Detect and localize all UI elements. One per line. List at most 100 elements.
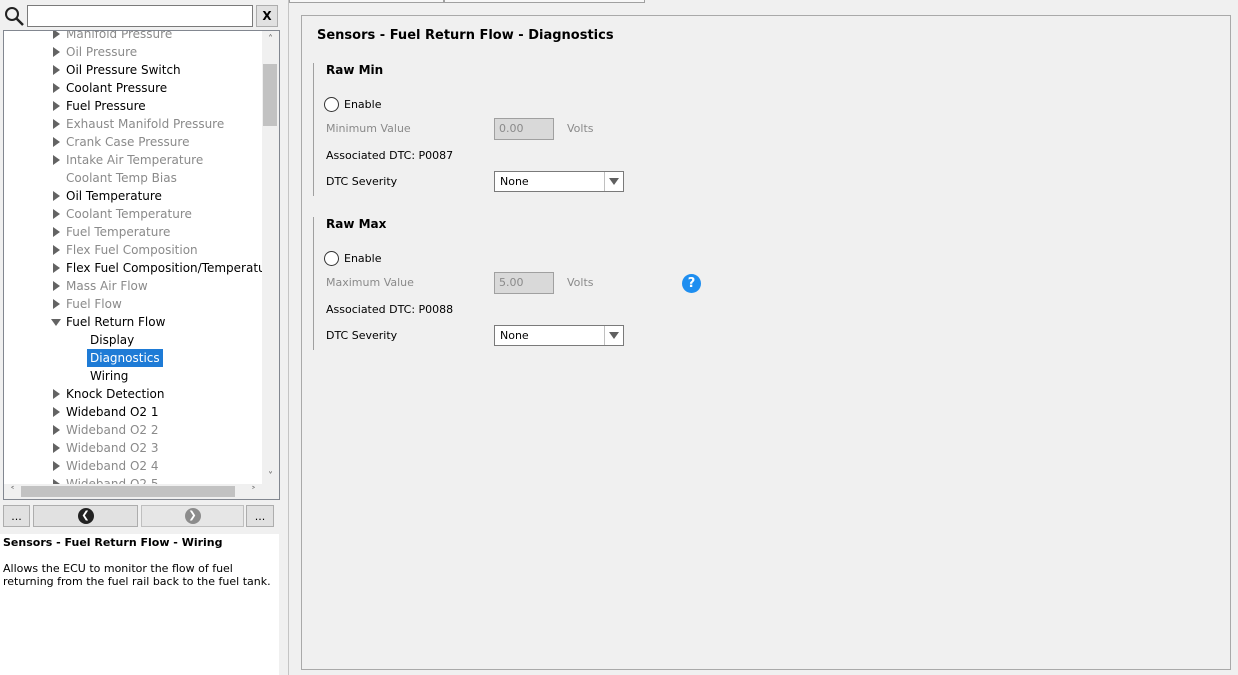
collapsed-arrow-icon[interactable] <box>51 97 63 115</box>
raw-max-enable-label[interactable]: Enable <box>344 252 381 265</box>
tree-item[interactable]: Wideband O2 4 <box>4 457 262 475</box>
clear-search-button[interactable]: X <box>256 5 278 27</box>
collapsed-arrow-icon[interactable] <box>51 439 63 457</box>
minimum-value-input[interactable]: 0.00 <box>494 118 554 140</box>
raw-max-severity-select[interactable]: None <box>494 325 624 346</box>
tab-1[interactable] <box>289 0 444 3</box>
scroll-left-icon[interactable]: ˂ <box>4 484 21 499</box>
tree-item[interactable]: Fuel Temperature <box>4 223 262 241</box>
search-bar: X <box>0 0 281 30</box>
collapsed-arrow-icon[interactable] <box>51 385 63 403</box>
back-arrow-icon: ❮ <box>77 508 94 524</box>
tree-item-label: Fuel Temperature <box>66 225 171 239</box>
maximum-value-label: Maximum Value <box>326 276 414 289</box>
tree-item[interactable]: Flex Fuel Composition/Temperature S <box>4 259 262 277</box>
chevron-down-icon[interactable] <box>604 172 623 191</box>
pane-splitter[interactable] <box>281 0 289 675</box>
chevron-down-icon[interactable] <box>604 326 623 345</box>
collapsed-arrow-icon[interactable] <box>51 421 63 439</box>
tree-item-label: Wideband O2 3 <box>66 441 159 455</box>
collapsed-arrow-icon[interactable] <box>51 115 63 133</box>
tree-item[interactable]: Exhaust Manifold Pressure <box>4 115 262 133</box>
collapsed-arrow-icon[interactable] <box>51 277 63 295</box>
collapsed-arrow-icon[interactable] <box>51 151 63 169</box>
vertical-scroll-thumb[interactable] <box>263 64 277 126</box>
collapsed-arrow-icon[interactable] <box>51 403 63 421</box>
tree-item[interactable]: Wideband O2 1 <box>4 403 262 421</box>
tree-item[interactable]: Oil Pressure Switch <box>4 61 262 79</box>
collapsed-arrow-icon[interactable] <box>51 61 63 79</box>
tree-item[interactable]: Coolant Pressure <box>4 79 262 97</box>
tree-item[interactable]: Knock Detection <box>4 385 262 403</box>
expanded-arrow-icon[interactable] <box>51 313 63 331</box>
tree-item[interactable]: Crank Case Pressure <box>4 133 262 151</box>
tree-item[interactable]: Diagnostics <box>4 349 262 367</box>
tree-item-label: Flex Fuel Composition/Temperature S <box>66 261 262 275</box>
tree-item-label: Exhaust Manifold Pressure <box>66 117 225 131</box>
raw-max-severity-label: DTC Severity <box>326 329 398 342</box>
raw-min-enable-radio[interactable] <box>324 97 339 112</box>
collapsed-arrow-icon[interactable] <box>51 187 63 205</box>
settings-tree: Manifold Pressure Oil Pressure Oil Pressur… <box>3 30 280 500</box>
search-icon <box>5 7 24 26</box>
raw-max-enable-radio[interactable] <box>324 251 339 266</box>
tree-vertical-scrollbar[interactable]: ˄ ˅ <box>262 31 279 485</box>
tree-item-label: Fuel Pressure <box>66 99 146 113</box>
nav-forward-button[interactable]: ❯ <box>141 505 244 527</box>
collapsed-arrow-icon[interactable] <box>51 43 63 61</box>
nav-more-left-button[interactable]: ... <box>3 505 30 527</box>
page-title: Sensors - Fuel Return Flow - Diagnostics <box>317 28 614 43</box>
tree-item[interactable]: Fuel Flow <box>4 295 262 313</box>
minimum-value-unit: Volts <box>567 122 594 135</box>
collapsed-arrow-icon[interactable] <box>51 259 63 277</box>
search-input[interactable] <box>27 5 253 27</box>
tree-item[interactable]: Coolant Temp Bias <box>4 169 262 187</box>
maximum-value-input[interactable]: 5.00 <box>494 272 554 294</box>
tree-item-label: Coolant Temp Bias <box>66 171 177 185</box>
navigation-pane: X Manifold Pressure Oil Pressure Oil Press… <box>0 0 281 675</box>
raw-min-severity-select[interactable]: None <box>494 171 624 192</box>
tree-item[interactable]: Mass Air Flow <box>4 277 262 295</box>
collapsed-arrow-icon[interactable] <box>51 205 63 223</box>
raw-min-severity-value: None <box>500 175 529 188</box>
tree-horizontal-scrollbar[interactable]: ˂ ˃ <box>4 484 279 499</box>
tab-2[interactable] <box>444 0 645 3</box>
collapsed-arrow-icon[interactable] <box>51 457 63 475</box>
tree-item[interactable]: Intake Air Temperature <box>4 151 262 169</box>
nav-more-right-button[interactable]: ... <box>246 505 274 527</box>
help-question-icon[interactable]: ? <box>682 274 701 293</box>
scroll-up-icon[interactable]: ˄ <box>262 31 279 48</box>
horizontal-scroll-thumb[interactable] <box>21 486 235 497</box>
tree-item[interactable]: Wideband O2 3 <box>4 439 262 457</box>
tree-item[interactable]: Fuel Pressure <box>4 97 262 115</box>
collapsed-arrow-icon[interactable] <box>51 295 63 313</box>
diagnostics-panel: Sensors - Fuel Return Flow - Diagnostics… <box>301 15 1231 670</box>
collapsed-arrow-icon[interactable] <box>51 241 63 259</box>
nav-back-button[interactable]: ❮ <box>33 505 138 527</box>
tree-item-label: Wideband O2 4 <box>66 459 159 473</box>
tree-item[interactable]: Oil Temperature <box>4 187 262 205</box>
scroll-down-icon[interactable]: ˅ <box>262 468 279 485</box>
tree-item[interactable]: Wiring <box>4 367 262 385</box>
raw-min-enable-label[interactable]: Enable <box>344 98 381 111</box>
collapsed-arrow-icon[interactable] <box>51 31 63 43</box>
tree-item[interactable]: Flex Fuel Composition <box>4 241 262 259</box>
tree-item[interactable]: Display <box>4 331 262 349</box>
collapsed-arrow-icon[interactable] <box>51 79 63 97</box>
raw-max-group: Raw Max Enable Maximum Value 5.00 Volts … <box>313 217 673 350</box>
help-panel: Sensors - Fuel Return Flow - Wiring Allo… <box>0 534 279 675</box>
collapsed-arrow-icon[interactable] <box>51 223 63 241</box>
tree-item[interactable]: Wideband O2 2 <box>4 421 262 439</box>
tree-item[interactable]: Coolant Temperature <box>4 205 262 223</box>
scroll-right-icon[interactable]: ˃ <box>245 484 262 499</box>
tree-item[interactable]: Oil Pressure <box>4 43 262 61</box>
tree-item-label: Wideband O2 1 <box>66 405 159 419</box>
tree-item[interactable]: Fuel Return Flow <box>4 313 262 331</box>
tree-item-label: Wiring <box>90 369 129 383</box>
tree-item-label: Oil Pressure <box>66 45 138 59</box>
tree-item-label: Manifold Pressure <box>66 31 173 41</box>
tree-item[interactable]: Manifold Pressure <box>4 31 262 43</box>
collapsed-arrow-icon[interactable] <box>51 133 63 151</box>
raw-min-severity-label: DTC Severity <box>326 175 398 188</box>
tree-item-label: Oil Temperature <box>66 189 162 203</box>
